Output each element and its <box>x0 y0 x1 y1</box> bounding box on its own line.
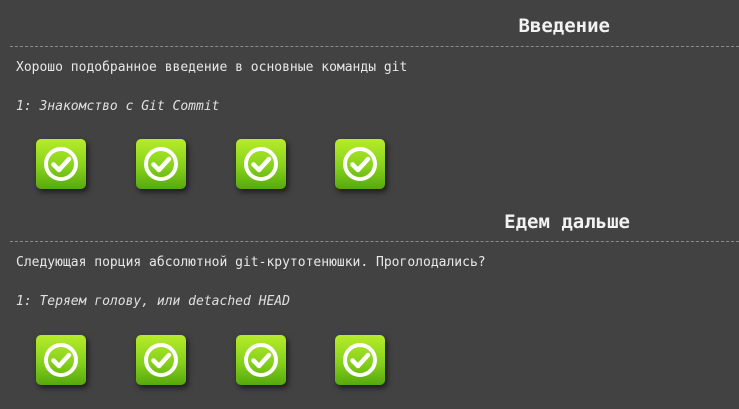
check-icon <box>343 343 377 377</box>
check-icon <box>44 147 78 181</box>
section-description: Хорошо подобранное введение в основные к… <box>16 60 408 75</box>
check-icon <box>343 147 377 181</box>
level-name: 1: Знакомство с Git Commit <box>16 99 220 114</box>
divider <box>10 241 739 242</box>
level-button-4[interactable] <box>335 335 385 385</box>
level-button-2[interactable] <box>136 335 186 385</box>
check-icon <box>44 343 78 377</box>
section-title: Едем дальше <box>504 211 630 233</box>
level-name: 1: Теряем голову, или detached HEAD <box>16 294 290 309</box>
level-button-3[interactable] <box>236 335 286 385</box>
level-button-1[interactable] <box>36 335 86 385</box>
check-icon <box>244 147 278 181</box>
check-icon <box>244 343 278 377</box>
level-button-1[interactable] <box>36 139 86 189</box>
divider <box>10 46 739 47</box>
check-icon <box>144 343 178 377</box>
check-icon <box>144 147 178 181</box>
level-button-2[interactable] <box>136 139 186 189</box>
section-description: Следующая порция абсолютной git-крутотен… <box>16 255 486 270</box>
level-button-4[interactable] <box>335 139 385 189</box>
level-button-3[interactable] <box>236 139 286 189</box>
section-title: Введение <box>518 15 610 37</box>
